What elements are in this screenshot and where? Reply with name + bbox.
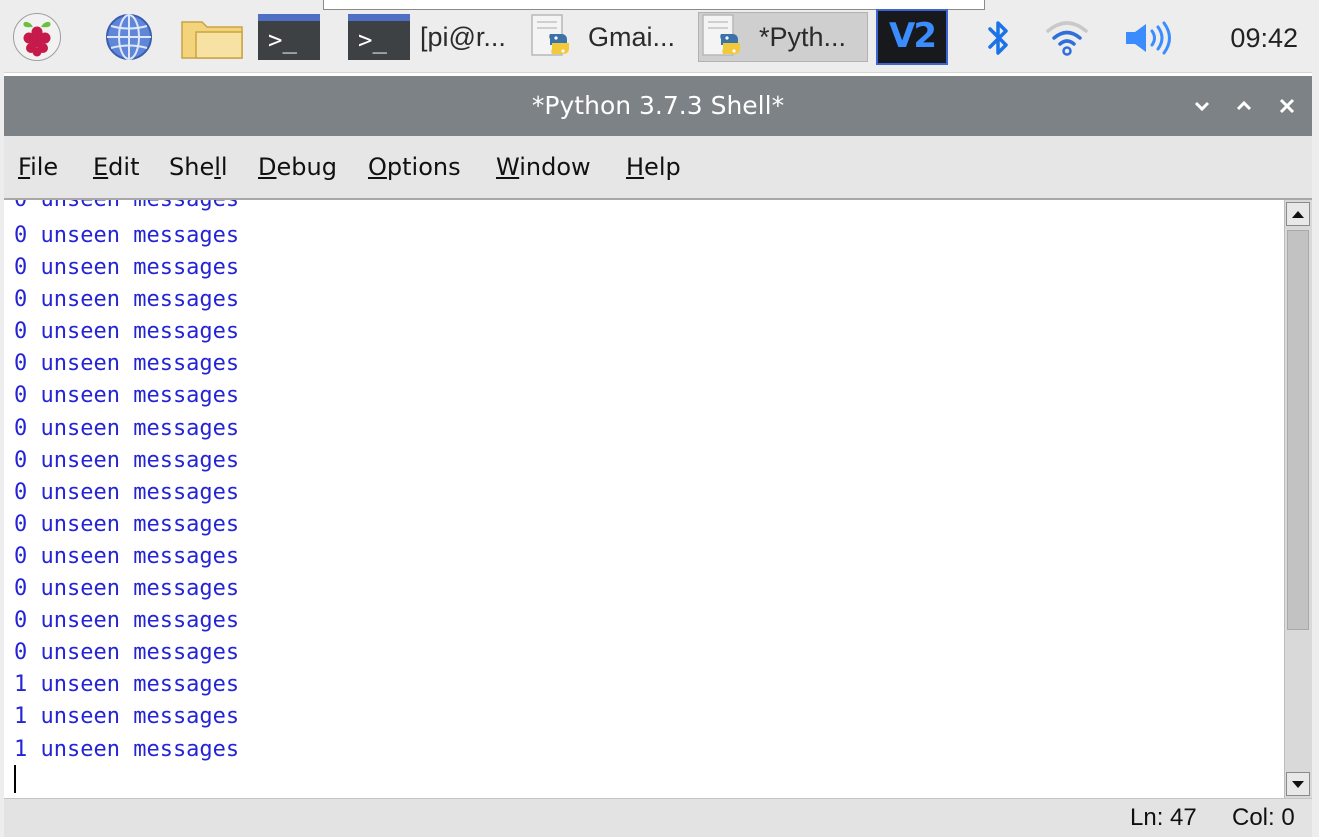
vertical-scrollbar[interactable] bbox=[1284, 200, 1312, 798]
close-icon[interactable] bbox=[1276, 96, 1298, 116]
shell-output-line: 0 unseen messages bbox=[14, 511, 240, 537]
status-column-number: Col: 0 bbox=[1232, 804, 1295, 831]
terminal-prompt-glyph: >_ bbox=[258, 21, 320, 60]
menu-file[interactable]: File bbox=[18, 150, 58, 184]
shell-output-line: 1 unseen messages bbox=[14, 704, 240, 730]
menu-mnemonic: O bbox=[368, 153, 387, 181]
menu-mnemonic: F bbox=[18, 153, 31, 181]
menu-edit[interactable]: Edit bbox=[93, 150, 139, 184]
shell-output-line: 0 unseen messages bbox=[14, 479, 240, 505]
status-bar: Ln: 47 Col: 0 bbox=[4, 798, 1312, 837]
shell-output-line: 0 unseen messages bbox=[14, 255, 240, 281]
shell-output-line: 0 unseen messages bbox=[14, 223, 240, 248]
clock[interactable]: 09:42 bbox=[1208, 18, 1298, 58]
shell-output-line: 0 unseen messages bbox=[14, 319, 240, 345]
shell-output-area[interactable]: 0 unseen messages 0 unseen messages 0 un… bbox=[4, 200, 1284, 798]
globe-icon[interactable] bbox=[104, 12, 154, 62]
raspberry-pi-icon[interactable] bbox=[13, 13, 61, 61]
python-document-icon bbox=[699, 13, 751, 61]
window-title: *Python 3.7.3 Shell* bbox=[531, 91, 785, 120]
task-button-gmail[interactable]: Gmai... bbox=[528, 12, 690, 62]
shell-output-line: 0 unseen messages bbox=[14, 543, 240, 569]
task-label: [pi@r... bbox=[420, 21, 506, 52]
menu-help[interactable]: Help bbox=[626, 150, 681, 184]
terminal-prompt-glyph: >_ bbox=[348, 21, 410, 60]
folder-icon[interactable] bbox=[180, 16, 244, 60]
menu-shell[interactable]: Shell bbox=[169, 150, 228, 184]
menu-mnemonic: H bbox=[626, 153, 645, 181]
menu-mnemonic: E bbox=[93, 153, 109, 181]
shell-output-line: 0 unseen messages bbox=[14, 608, 240, 634]
status-line-number: Ln: 47 bbox=[1130, 804, 1197, 831]
terminal-icon: >_ bbox=[348, 14, 412, 60]
terminal-icon[interactable]: >_ bbox=[258, 14, 320, 60]
menu-mnemonic: W bbox=[496, 153, 520, 181]
menu-options[interactable]: Options bbox=[368, 150, 461, 184]
window-right-edge bbox=[1312, 72, 1319, 837]
menu-label: l bbox=[220, 153, 228, 181]
shell-output-line: 0 unseen messages bbox=[14, 576, 240, 602]
menu-debug[interactable]: Debug bbox=[258, 150, 337, 184]
shell-output-line: 0 unseen messages bbox=[14, 640, 240, 666]
task-label: Gmai... bbox=[588, 21, 676, 52]
menu-window[interactable]: Window bbox=[496, 150, 591, 184]
bluetooth-icon[interactable] bbox=[984, 18, 1014, 58]
shell-output-line-partial: 0 unseen messages bbox=[14, 200, 239, 216]
task-label: *Pyth... bbox=[759, 21, 847, 52]
menubar: File Edit Shell Debug Options Window Hel… bbox=[4, 136, 1312, 200]
menu-label: ebug bbox=[276, 153, 337, 181]
menu-label: dit bbox=[108, 153, 140, 181]
menu-label: indow bbox=[519, 153, 591, 181]
python-document-icon bbox=[528, 12, 580, 62]
desktop-screen: >_ >_ [pi@r... Gmai... *Pyth... V2 09:42… bbox=[0, 0, 1319, 837]
shell-output-line: 0 unseen messages bbox=[14, 287, 240, 313]
volume-icon[interactable] bbox=[1122, 20, 1178, 56]
wifi-icon[interactable] bbox=[1045, 17, 1089, 57]
task-button-python-shell[interactable]: *Pyth... bbox=[698, 12, 868, 62]
shell-output-line: 1 unseen messages bbox=[14, 736, 240, 762]
scroll-down-button[interactable] bbox=[1286, 772, 1310, 796]
shell-output-line: 0 unseen messages bbox=[14, 351, 240, 377]
vnc-icon[interactable]: V2 bbox=[876, 9, 948, 65]
scroll-up-button[interactable] bbox=[1286, 202, 1310, 226]
shell-output-lines: 0 unseen messages 0 unseen messages 0 un… bbox=[14, 220, 239, 766]
window-titlebar[interactable]: *Python 3.7.3 Shell* bbox=[4, 76, 1312, 136]
scroll-thumb[interactable] bbox=[1287, 230, 1309, 630]
shell-output-line: 0 unseen messages bbox=[14, 415, 240, 441]
menu-label: She bbox=[169, 153, 215, 181]
chevron-up-icon[interactable] bbox=[1233, 96, 1255, 116]
menu-label: ile bbox=[30, 153, 59, 181]
shell-output-line: 1 unseen messages bbox=[14, 672, 240, 698]
menu-label: ptions bbox=[386, 153, 461, 181]
shell-output-line: 0 unseen messages bbox=[14, 383, 240, 409]
task-button-terminal[interactable]: >_ [pi@r... bbox=[348, 12, 518, 62]
chevron-down-icon[interactable] bbox=[1191, 96, 1213, 116]
menu-mnemonic: l bbox=[214, 153, 221, 181]
text-cursor bbox=[14, 765, 16, 793]
menu-label: elp bbox=[644, 153, 681, 181]
shell-output-line: 0 unseen messages bbox=[14, 447, 240, 473]
menu-mnemonic: D bbox=[258, 153, 277, 181]
taskbar: >_ >_ [pi@r... Gmai... *Pyth... V2 09:42 bbox=[0, 0, 1319, 73]
